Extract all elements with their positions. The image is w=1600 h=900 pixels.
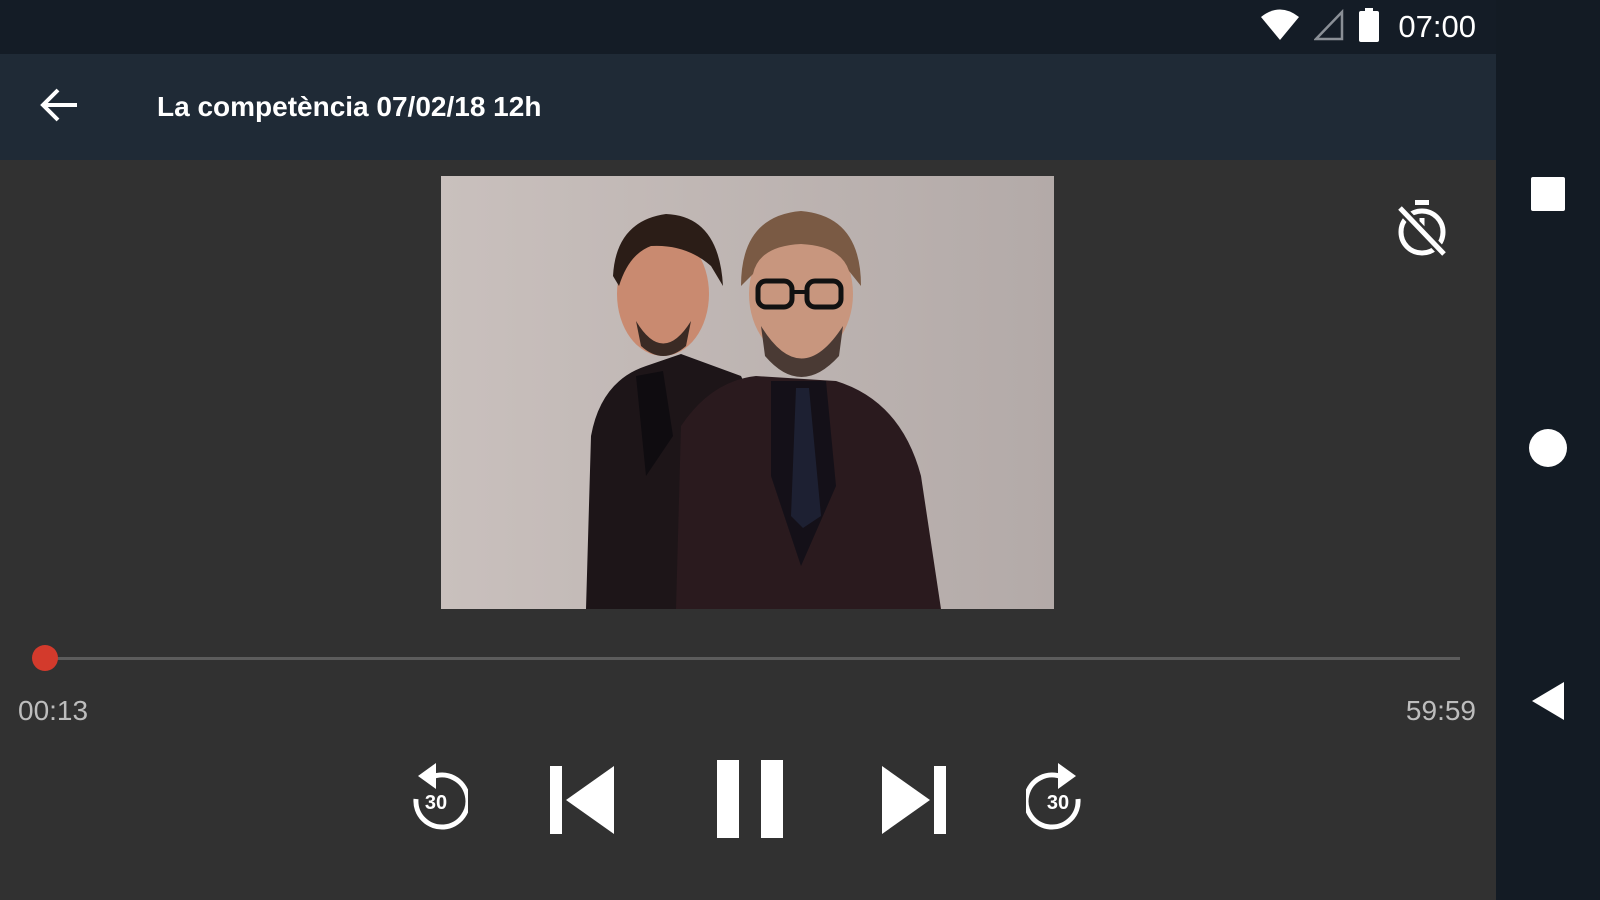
status-bar: 07:00	[0, 0, 1496, 54]
back-button[interactable]	[30, 77, 90, 137]
progress-track[interactable]	[32, 645, 1460, 671]
forward-30-label: 30	[1046, 792, 1070, 814]
skip-next-icon	[880, 764, 952, 841]
recents-button[interactable]	[1518, 166, 1578, 226]
pause-button[interactable]	[705, 758, 795, 844]
system-back-button[interactable]	[1518, 673, 1578, 733]
previous-button[interactable]	[540, 762, 620, 842]
total-time: 59:59	[1405, 695, 1476, 726]
page-title: La competència 07/02/18 12h	[157, 91, 542, 122]
skip-previous-icon	[544, 764, 616, 841]
cell-signal-icon	[1313, 8, 1344, 46]
home-circle-icon	[1527, 427, 1569, 474]
forward-30-button[interactable]: 30	[1024, 760, 1094, 840]
replay-30-label: 30	[424, 792, 448, 814]
replay-30-icon: 30	[402, 761, 468, 839]
sleep-timer-button[interactable]	[1390, 198, 1454, 262]
battery-icon	[1358, 7, 1380, 47]
arrow-left-icon	[39, 84, 81, 131]
elapsed-time: 00:13	[18, 695, 89, 726]
pause-icon	[714, 758, 786, 845]
system-nav-bar	[1496, 0, 1600, 900]
back-triangle-icon	[1528, 680, 1568, 727]
progress-thumb[interactable]	[32, 645, 59, 671]
next-button[interactable]	[876, 762, 956, 842]
wifi-icon	[1260, 8, 1300, 47]
status-icons: 07:00	[1260, 0, 1476, 54]
replay-30-button[interactable]: 30	[400, 760, 470, 840]
player-content: 00:13 59:59 30 30	[0, 160, 1496, 900]
playback-controls: 30 30	[0, 740, 1496, 880]
timer-off-icon	[1394, 198, 1450, 263]
forward-30-icon: 30	[1026, 761, 1092, 839]
status-time: 07:00	[1398, 9, 1476, 44]
app-bar: La competència 07/02/18 12h	[0, 54, 1496, 160]
episode-artwork	[441, 176, 1054, 609]
home-button[interactable]	[1518, 420, 1578, 480]
recents-square-icon	[1528, 174, 1568, 219]
